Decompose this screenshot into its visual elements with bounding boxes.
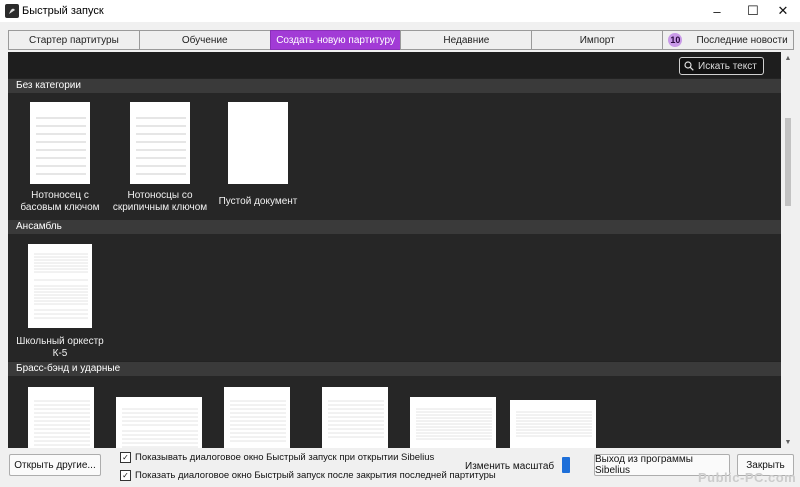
- template-brass-6[interactable]: [510, 400, 596, 448]
- open-other-button[interactable]: Открыть другие...: [9, 454, 101, 476]
- watermark: Public-PC.com: [698, 470, 797, 485]
- score-thumbnail-icon: [224, 387, 290, 448]
- show-after-close-checkbox[interactable]: ✓ Показать диалоговое окно Быстрый запус…: [120, 470, 496, 481]
- checkbox-checked-icon: ✓: [120, 470, 131, 481]
- zoom-slider[interactable]: [562, 457, 570, 473]
- template-label: Пустой документ: [218, 196, 298, 207]
- vertical-scrollbar[interactable]: ▲ ▼: [782, 52, 794, 448]
- zoom-label: Изменить масштаб: [465, 461, 555, 472]
- template-brass-5[interactable]: [410, 397, 496, 448]
- score-thumbnail-icon: [322, 387, 388, 448]
- template-blank-document[interactable]: Пустой документ: [216, 102, 300, 208]
- tab-import[interactable]: Импорт: [531, 30, 663, 50]
- minimize-icon: –: [713, 3, 721, 19]
- blank-page-thumbnail-icon: [228, 102, 288, 184]
- scroll-up-arrow-icon[interactable]: ▲: [782, 52, 794, 64]
- template-brass-3[interactable]: [224, 387, 290, 448]
- maximize-icon: ☐: [747, 3, 759, 18]
- template-brass-4[interactable]: [322, 387, 388, 448]
- search-icon: [684, 61, 694, 71]
- bass-staff-thumbnail-icon: [30, 102, 90, 184]
- score-thumbnail-icon: [28, 387, 94, 448]
- category-header-ensemble: Ансамбль: [8, 220, 781, 234]
- search-box[interactable]: Искать текст: [679, 57, 764, 75]
- template-label: Школьный оркестр К-5: [16, 336, 104, 359]
- checkbox-checked-icon: ✓: [120, 452, 131, 463]
- tab-learn[interactable]: Обучение: [138, 30, 270, 50]
- sibelius-app-icon: [5, 4, 19, 18]
- category-header-brass-band: Брасс-бэнд и ударные: [8, 362, 781, 376]
- tab-new-score[interactable]: Создать новую партитуру: [269, 30, 401, 50]
- close-icon: ✕: [777, 3, 789, 18]
- score-thumbnail-icon: [116, 397, 202, 448]
- template-brass-2[interactable]: [116, 397, 202, 448]
- template-treble-staff[interactable]: Нотоносцы со скрипичным ключом: [112, 102, 208, 214]
- search-input: Искать текст: [698, 60, 757, 72]
- template-gallery: Искать текст Без категории Нотоносец с б…: [8, 52, 781, 448]
- title-bar: Быстрый запуск – ☐ ✕: [0, 0, 800, 22]
- maximize-button[interactable]: ☐: [736, 0, 770, 22]
- orchestra-score-thumbnail-icon: [28, 244, 92, 328]
- treble-staff-thumbnail-icon: [130, 102, 190, 184]
- close-window-button[interactable]: ✕: [766, 0, 800, 22]
- minimize-button[interactable]: –: [700, 0, 734, 22]
- search-toolbar: Искать текст: [8, 52, 781, 78]
- category-section: [8, 234, 781, 361]
- scrollbar-thumb[interactable]: [785, 118, 791, 206]
- template-bass-staff[interactable]: Нотоносец с басовым ключом: [12, 102, 108, 214]
- tab-latest-news[interactable]: 10 Последние новости: [662, 30, 794, 50]
- show-on-open-checkbox[interactable]: ✓ Показывать диалоговое окно Быстрый зап…: [120, 452, 434, 463]
- template-label: Нотоносцы со скрипичным ключом: [112, 190, 208, 213]
- template-brass-1[interactable]: [28, 387, 94, 448]
- template-school-orchestra[interactable]: Школьный оркестр К-5: [12, 244, 108, 360]
- template-label: Нотоносец с басовым ключом: [20, 190, 100, 213]
- news-count-badge: 10: [668, 33, 683, 47]
- score-thumbnail-icon: [410, 397, 496, 448]
- tab-score-starter[interactable]: Стартер партитуры: [8, 30, 139, 50]
- tab-bar: Стартер партитуры Обучение Создать новую…: [8, 30, 794, 50]
- window-title: Быстрый запуск: [22, 5, 104, 17]
- scroll-down-arrow-icon[interactable]: ▼: [782, 436, 794, 448]
- tab-recent[interactable]: Недавние: [400, 30, 532, 50]
- category-header-uncategorized: Без категории: [8, 79, 781, 93]
- score-thumbnail-icon: [510, 400, 596, 448]
